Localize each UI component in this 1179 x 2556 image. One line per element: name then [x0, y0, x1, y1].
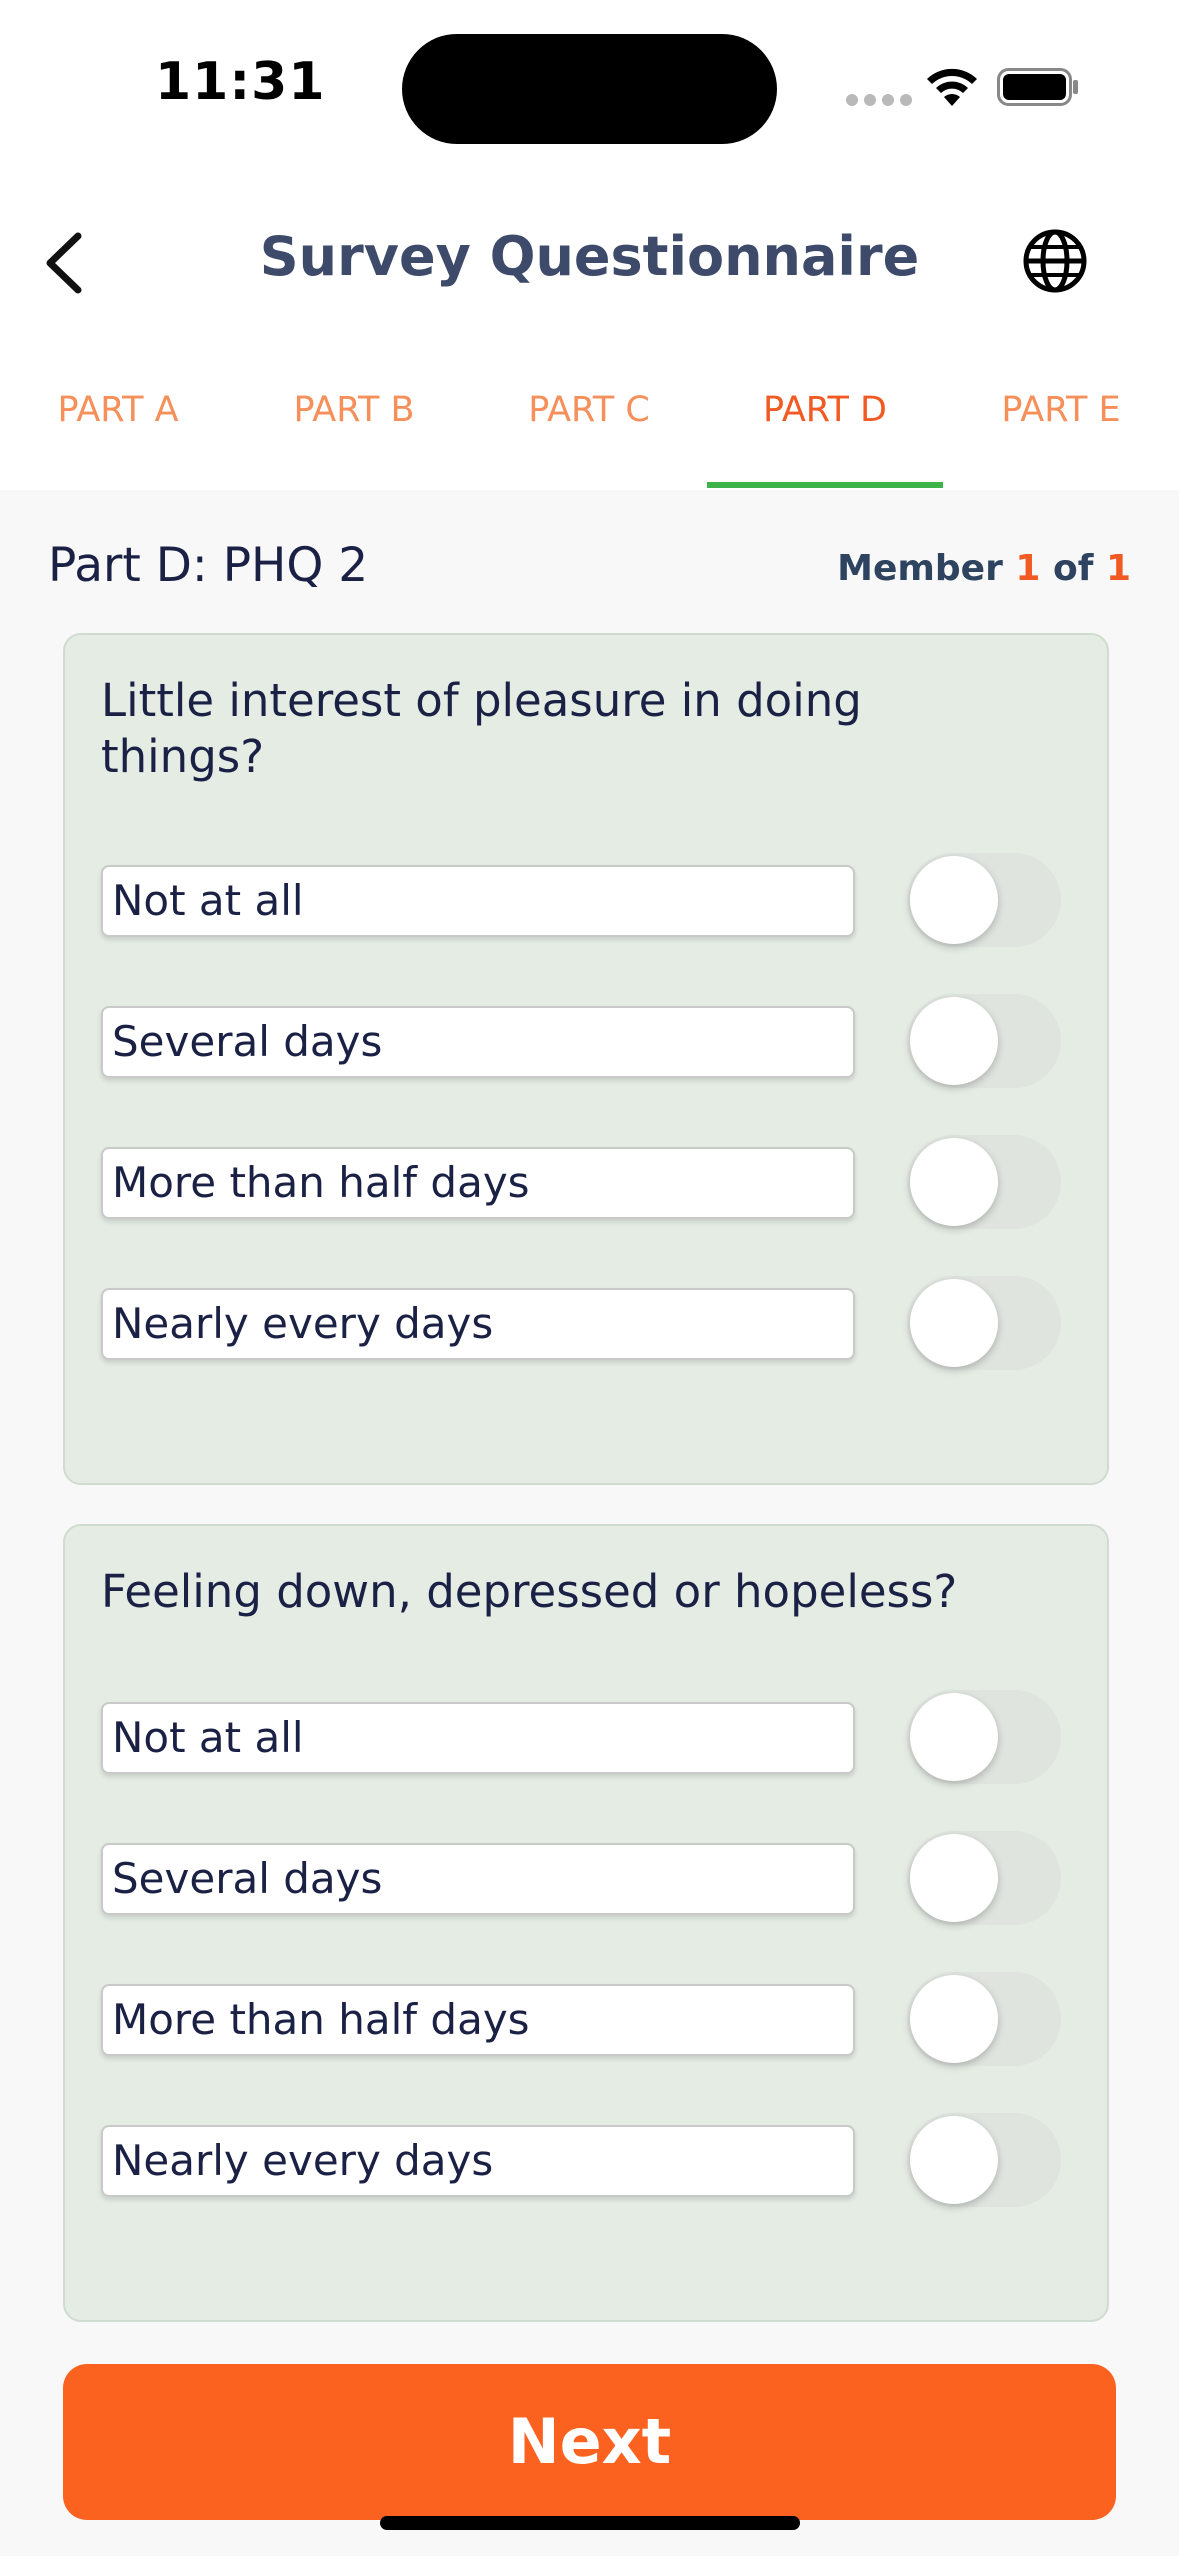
option-label[interactable]: Not at all [101, 865, 855, 937]
member-counter: Member 1 of 1 [837, 548, 1131, 589]
option-row: More than half days [101, 1972, 1076, 2068]
tab-part-c[interactable]: PART C [471, 390, 707, 490]
option-toggle[interactable] [907, 994, 1061, 1088]
tab-part-e[interactable]: PART E [943, 390, 1179, 490]
member-of: of [1052, 548, 1094, 589]
navigation-header: Survey Questionnaire [0, 170, 1179, 350]
toggle-knob [910, 1279, 998, 1367]
option-label[interactable]: More than half days [101, 1984, 855, 2056]
toggle-knob [910, 997, 998, 1085]
option-row: More than half days [101, 1135, 1076, 1231]
option-row: Not at all [101, 1690, 1076, 1786]
option-label[interactable]: Not at all [101, 1702, 855, 1774]
option-row: Several days [101, 994, 1076, 1090]
option-row: Nearly every days [101, 1276, 1076, 1372]
option-toggle[interactable] [907, 1690, 1061, 1784]
page-title: Survey Questionnaire [259, 225, 920, 288]
dynamic-island [402, 34, 777, 144]
tab-part-b[interactable]: PART B [236, 390, 472, 490]
option-row: Nearly every days [101, 2113, 1076, 2209]
member-total: 1 [1105, 548, 1131, 589]
active-tab-indicator [707, 482, 943, 488]
option-label[interactable]: Several days [101, 1843, 855, 1915]
status-time: 11:31 [155, 52, 326, 112]
option-label[interactable]: Several days [101, 1006, 855, 1078]
option-label[interactable]: More than half days [101, 1147, 855, 1219]
toggle-knob [910, 1138, 998, 1226]
option-toggle[interactable] [907, 1831, 1061, 1925]
question-card: Little interest of pleasure in doing thi… [63, 633, 1109, 1485]
tab-part-d[interactable]: PART D [707, 390, 943, 490]
section-title: Part D: PHQ 2 [48, 538, 369, 593]
question-card: Feeling down, depressed or hopeless? Not… [63, 1524, 1109, 2322]
option-toggle[interactable] [907, 2113, 1061, 2207]
option-row: Not at all [101, 853, 1076, 949]
option-toggle[interactable] [907, 1135, 1061, 1229]
part-tabs: PART A PART B PART C PART D PART E [0, 350, 1179, 490]
option-toggle[interactable] [907, 1276, 1061, 1370]
option-toggle[interactable] [907, 1972, 1061, 2066]
member-label: Member [837, 548, 1003, 589]
option-toggle[interactable] [907, 853, 1061, 947]
next-button[interactable]: Next [63, 2364, 1116, 2520]
option-row: Several days [101, 1831, 1076, 1927]
toggle-knob [910, 1693, 998, 1781]
globe-icon[interactable] [1022, 228, 1088, 294]
status-bar: 11:31 [0, 0, 1179, 170]
toggle-knob [910, 1834, 998, 1922]
tab-part-a[interactable]: PART A [0, 390, 236, 490]
cellular-signal-icon [846, 94, 912, 106]
battery-icon [997, 68, 1078, 106]
app-screen: 11:31 Survey Questionnaire PART A PART B… [0, 0, 1179, 2556]
toggle-knob [910, 856, 998, 944]
question-text: Little interest of pleasure in doing thi… [101, 674, 862, 783]
option-label[interactable]: Nearly every days [101, 2125, 855, 2197]
wifi-icon [927, 68, 977, 106]
option-label[interactable]: Nearly every days [101, 1288, 855, 1360]
question-text: Feeling down, depressed or hopeless? [101, 1565, 958, 1618]
toggle-knob [910, 1975, 998, 2063]
toggle-knob [910, 2116, 998, 2204]
member-current: 1 [1015, 548, 1041, 589]
home-indicator [380, 2516, 800, 2530]
